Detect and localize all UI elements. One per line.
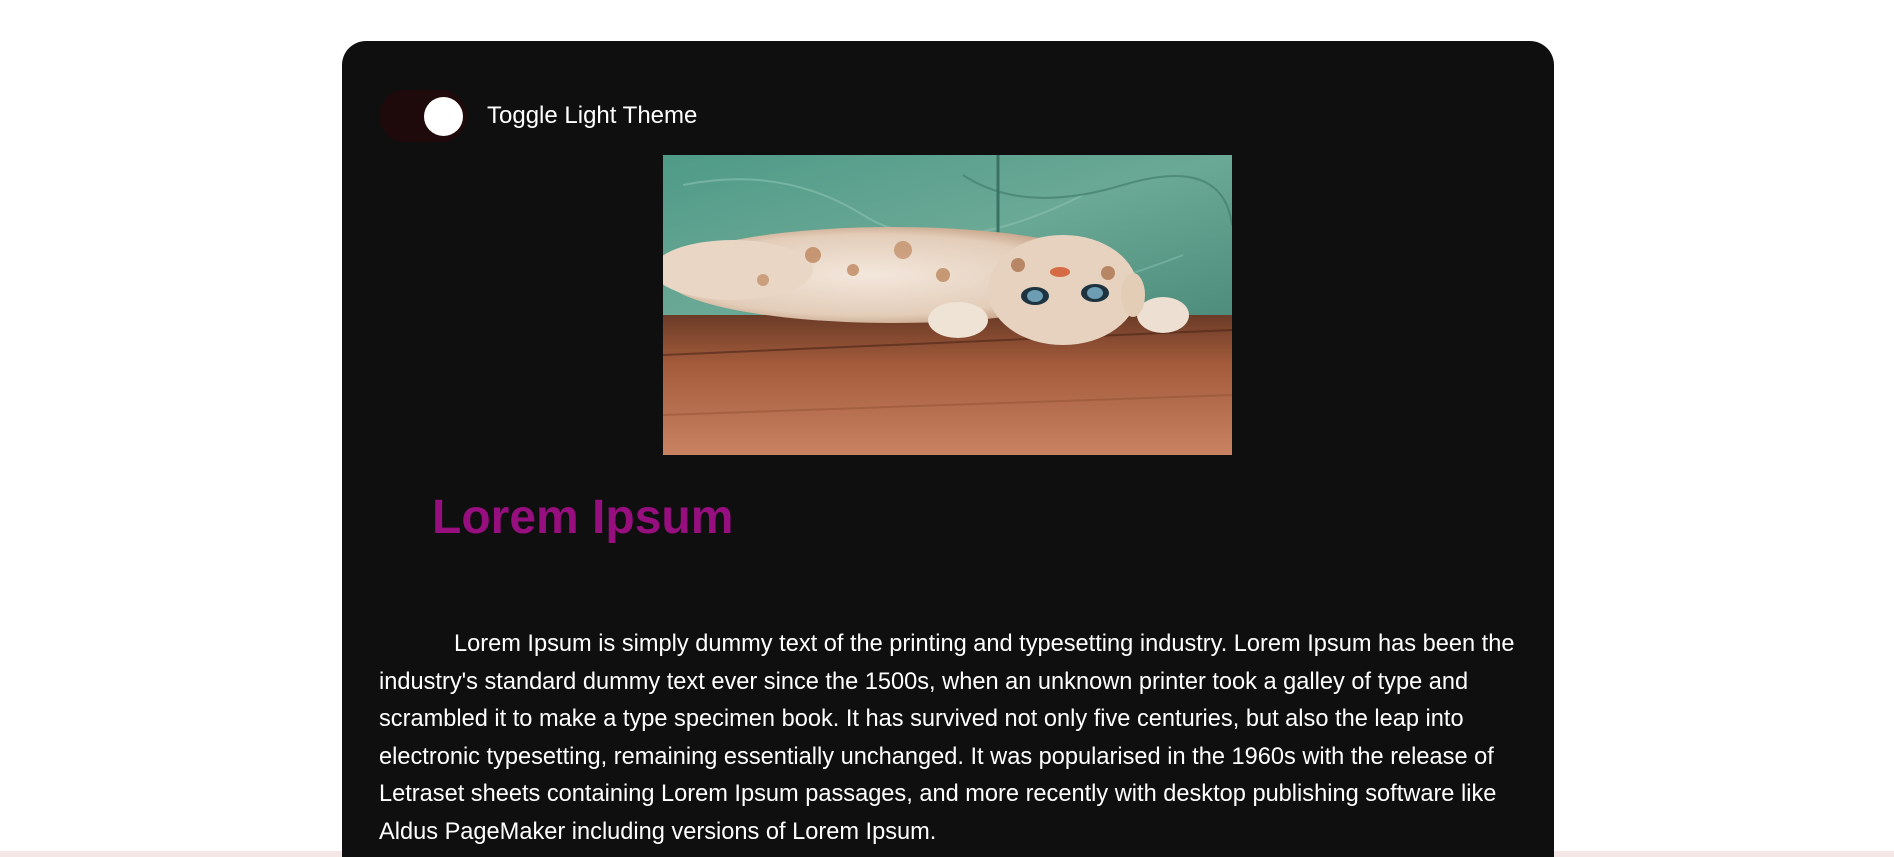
cat-photo-icon <box>663 155 1232 455</box>
page-title: Lorem Ipsum <box>432 491 734 544</box>
theme-toggle-row: Toggle Light Theme <box>379 90 697 142</box>
theme-toggle-knob[interactable] <box>424 97 463 136</box>
article-body: Lorem Ipsum is simply dummy text of the … <box>379 631 1515 845</box>
theme-toggle-label[interactable]: Toggle Light Theme <box>487 90 697 142</box>
theme-toggle-switch[interactable] <box>379 90 467 142</box>
content-card: Toggle Light Theme Lorem Ipsum Lorem Ips… <box>342 41 1554 857</box>
hero-image <box>663 155 1232 455</box>
